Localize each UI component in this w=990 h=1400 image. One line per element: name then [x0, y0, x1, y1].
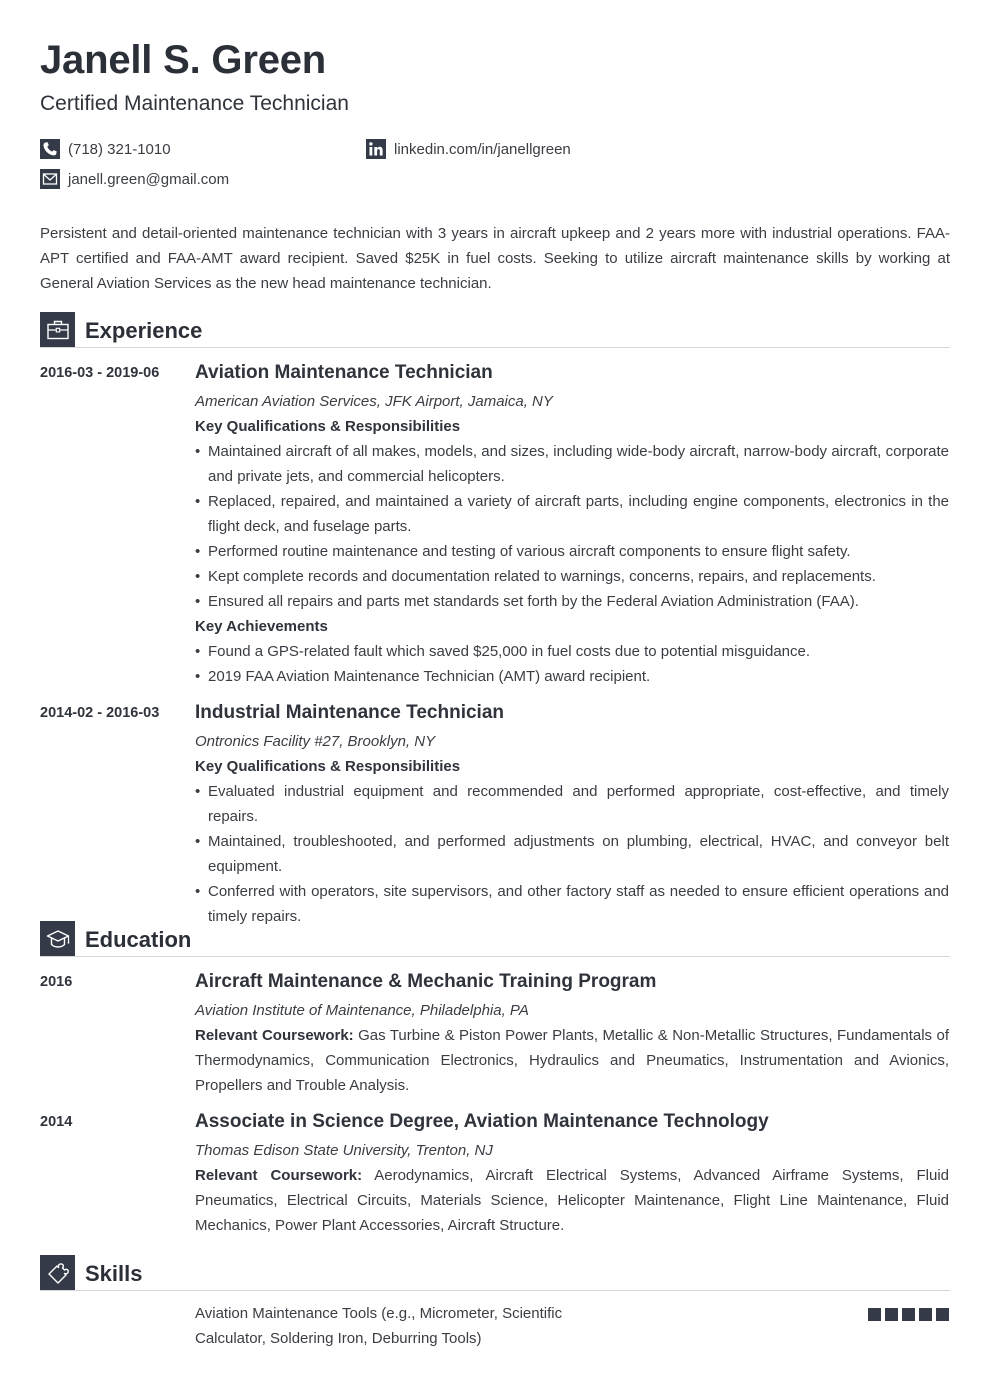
list-item: Found a GPS-related fault which saved $2… — [195, 639, 949, 664]
list-item: Performed routine maintenance and testin… — [195, 539, 949, 564]
job-title: Industrial Maintenance Technician — [195, 702, 504, 723]
subheading-qualifications: Key Qualifications & Responsibilities — [195, 758, 461, 775]
email-icon — [40, 169, 60, 189]
subheading-qualifications: Key Qualifications & Responsibilities — [195, 418, 461, 435]
job-employer: American Aviation Services, JFK Airport,… — [195, 393, 553, 410]
experience-entry: 2014-02 - 2016-03 Industrial Maintenance… — [40, 701, 950, 929]
list-item: 2019 FAA Aviation Maintenance Technician… — [195, 664, 949, 689]
skill-level-filled — [885, 1308, 898, 1321]
coursework-label: Relevant Coursework: — [195, 1027, 354, 1044]
institution: Aviation Institute of Maintenance, Phila… — [195, 1002, 529, 1019]
list-item: Maintained aircraft of all makes, models… — [195, 439, 949, 489]
skills-heading: Skills — [85, 1261, 143, 1286]
skill-level-filled — [919, 1308, 932, 1321]
phone-icon — [40, 139, 60, 159]
skill-level-indicator — [868, 1308, 949, 1321]
coursework: Relevant Coursework: Gas Turbine & Pisto… — [195, 1023, 949, 1098]
list-item: Ensured all repairs and parts met standa… — [195, 589, 949, 614]
skill-level-filled — [868, 1308, 881, 1321]
contact-email: janell.green@gmail.com — [40, 169, 229, 189]
education-year: 2014 — [40, 1114, 73, 1130]
list-item: Kept complete records and documentation … — [195, 564, 949, 589]
skills-section-header: Skills — [40, 1255, 950, 1291]
linkedin-icon — [366, 139, 386, 159]
experience-section-header: Experience — [40, 312, 950, 348]
job-title: Aviation Maintenance Technician — [195, 362, 493, 383]
degree-title: Aircraft Maintenance & Mechanic Training… — [195, 971, 657, 992]
briefcase-icon — [40, 312, 75, 347]
linkedin-url: linkedin.com/in/janellgreen — [394, 140, 571, 158]
responsibility-list: Evaluated industrial equipment and recom… — [195, 779, 949, 929]
institution: Thomas Edison State University, Trenton,… — [195, 1142, 493, 1159]
candidate-title: Certified Maintenance Technician — [40, 92, 349, 115]
graduation-cap-icon — [40, 921, 75, 956]
contact-phone: (718) 321-1010 — [40, 139, 171, 159]
coursework-label: Relevant Coursework: — [195, 1167, 363, 1184]
job-dates: 2014-02 - 2016-03 — [40, 705, 160, 721]
puzzle-icon — [40, 1255, 75, 1290]
degree-title: Associate in Science Degree, Aviation Ma… — [195, 1111, 769, 1132]
coursework: Relevant Coursework: Aerodynamics, Aircr… — [195, 1163, 949, 1238]
achievement-list: Found a GPS-related fault which saved $2… — [195, 639, 949, 689]
education-entry: 2014 Associate in Science Degree, Aviati… — [40, 1110, 950, 1238]
experience-heading: Experience — [85, 318, 203, 343]
list-item: Maintained, troubleshooted, and performe… — [195, 829, 949, 879]
candidate-name: Janell S. Green — [40, 38, 327, 82]
summary-paragraph: Persistent and detail-oriented maintenan… — [40, 225, 950, 292]
list-item: Evaluated industrial equipment and recom… — [195, 779, 949, 829]
education-year: 2016 — [40, 974, 73, 990]
skill-level-filled — [936, 1308, 949, 1321]
list-item: Replaced, repaired, and maintained a var… — [195, 489, 949, 539]
phone-number: (718) 321-1010 — [68, 140, 171, 158]
job-dates: 2016-03 - 2019-06 — [40, 365, 160, 381]
experience-entry: 2016-03 - 2019-06 Aviation Maintenance T… — [40, 361, 950, 689]
education-entry: 2016 Aircraft Maintenance & Mechanic Tra… — [40, 970, 950, 1098]
responsibility-list: Maintained aircraft of all makes, models… — [195, 439, 949, 614]
skill-level-filled — [902, 1308, 915, 1321]
education-heading: Education — [85, 927, 192, 952]
subheading-achievements: Key Achievements — [195, 618, 328, 635]
job-employer: Ontronics Facility #27, Brooklyn, NY — [195, 733, 436, 750]
education-section-header: Education — [40, 921, 950, 957]
contact-linkedin: linkedin.com/in/janellgreen — [366, 139, 571, 159]
email-address: janell.green@gmail.com — [68, 170, 230, 188]
skill-name: Aviation Maintenance Tools (e.g., Microm… — [195, 1305, 563, 1347]
